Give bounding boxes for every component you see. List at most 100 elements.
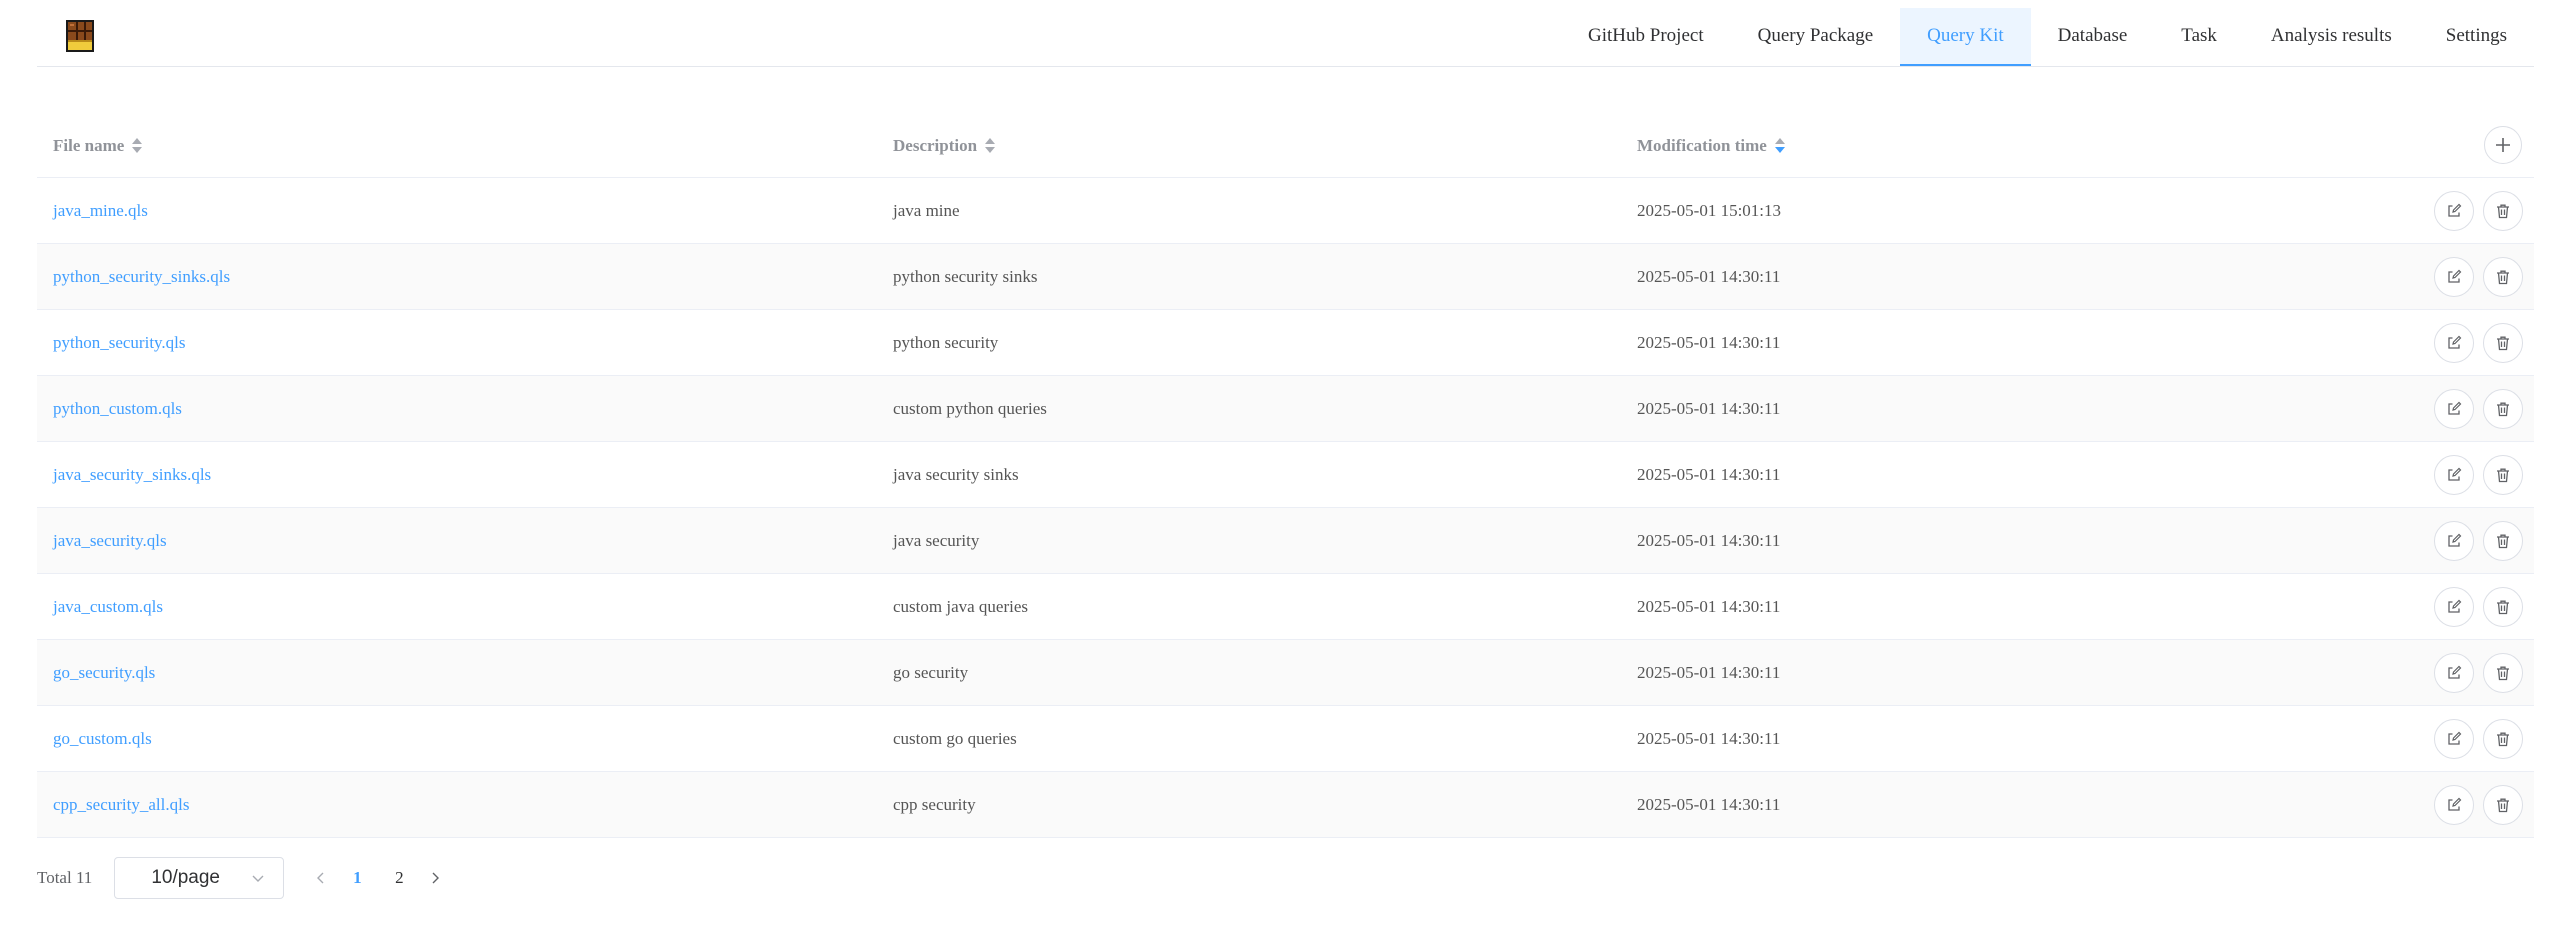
prev-page-button[interactable]: [306, 857, 336, 899]
modification-time-cell: 2025-05-01 15:01:13: [1637, 201, 1782, 220]
trash-icon: [2497, 534, 2509, 549]
edit-button[interactable]: [2434, 389, 2474, 429]
page-number-2[interactable]: 2: [384, 857, 414, 899]
delete-button[interactable]: [2483, 257, 2523, 297]
file-name-link[interactable]: python_custom.qls: [53, 399, 182, 418]
edit-button[interactable]: [2434, 257, 2474, 297]
pagination: Total 11 10/page 1 2: [37, 857, 450, 899]
edit-icon: [2448, 533, 2462, 547]
file-name-cell: java_security.qls: [53, 508, 167, 573]
main-nav: GitHub Project Query Package Query Kit D…: [1561, 8, 2534, 66]
edit-button[interactable]: [2434, 587, 2474, 627]
file-name-cell: java_security_sinks.qls: [53, 442, 211, 507]
file-name-cell: python_security_sinks.qls: [53, 244, 230, 309]
file-name-link[interactable]: java_security.qls: [53, 531, 167, 550]
table-row: java_custom.qls custom java queries 2025…: [37, 574, 2534, 640]
trash-icon: [2497, 402, 2509, 417]
table-header: File name Description Modification time: [37, 114, 2534, 178]
query-kit-table: File name Description Modification time …: [37, 114, 2534, 838]
add-query-kit-button[interactable]: [2484, 126, 2522, 164]
description-cell: custom java queries: [893, 597, 1029, 616]
delete-button[interactable]: [2483, 191, 2523, 231]
description-cell: custom go queries: [893, 729, 1017, 748]
column-header-label: File name: [53, 136, 125, 155]
next-page-button[interactable]: [420, 857, 450, 899]
plus-icon: [2496, 138, 2510, 152]
modification-time-cell: 2025-05-01 14:30:11: [1637, 465, 1781, 484]
file-name-link[interactable]: go_custom.qls: [53, 729, 152, 748]
description-cell: custom python queries: [893, 399, 1047, 418]
delete-button[interactable]: [2483, 587, 2523, 627]
nav-query-kit[interactable]: Query Kit: [1900, 8, 2031, 66]
column-header-label: Description: [893, 136, 978, 155]
nav-analysis-results[interactable]: Analysis results: [2244, 8, 2419, 66]
edit-icon: [2448, 599, 2462, 613]
edit-button[interactable]: [2434, 323, 2474, 363]
file-name-link[interactable]: java_security_sinks.qls: [53, 465, 211, 484]
table-row: python_security_sinks.qls python securit…: [37, 244, 2534, 310]
file-name-cell: java_custom.qls: [53, 574, 163, 639]
nav-query-package[interactable]: Query Package: [1731, 8, 1901, 66]
page-size-value: 10/page: [151, 867, 220, 888]
file-name-cell: python_security.qls: [53, 310, 186, 375]
modification-time-cell: 2025-05-01 14:30:11: [1637, 729, 1781, 748]
file-name-link[interactable]: python_security_sinks.qls: [53, 267, 230, 286]
chevron-left-icon: [317, 872, 324, 884]
chocolate-bar-icon[interactable]: [63, 19, 97, 53]
file-name-cell: python_custom.qls: [53, 376, 182, 441]
file-name-link[interactable]: cpp_security_all.qls: [53, 795, 189, 814]
file-name-link[interactable]: java_custom.qls: [53, 597, 163, 616]
delete-button[interactable]: [2483, 719, 2523, 759]
delete-button[interactable]: [2483, 653, 2523, 693]
file-name-cell: go_custom.qls: [53, 706, 152, 771]
nav-database[interactable]: Database: [2031, 8, 2155, 66]
delete-button[interactable]: [2483, 521, 2523, 561]
description-cell: python security: [893, 333, 999, 352]
column-header-description[interactable]: Description: [893, 114, 996, 177]
sort-caret-icon[interactable]: [1774, 138, 1785, 153]
table-row: cpp_security_all.qls cpp security 2025-0…: [37, 772, 2534, 838]
edit-button[interactable]: [2434, 191, 2474, 231]
table-row: go_security.qls go security 2025-05-01 1…: [37, 640, 2534, 706]
edit-button[interactable]: [2434, 455, 2474, 495]
table-row: python_custom.qls custom python queries …: [37, 376, 2534, 442]
trash-icon: [2497, 798, 2509, 813]
column-header-file-name[interactable]: File name: [53, 114, 143, 177]
column-header-modification-time[interactable]: Modification time: [1637, 114, 1785, 177]
delete-button[interactable]: [2483, 323, 2523, 363]
edit-button[interactable]: [2434, 521, 2474, 561]
modification-time-cell: 2025-05-01 14:30:11: [1637, 795, 1781, 814]
nav-settings[interactable]: Settings: [2419, 8, 2534, 66]
trash-icon: [2497, 270, 2509, 285]
trash-icon: [2497, 204, 2509, 219]
sort-caret-icon[interactable]: [985, 138, 996, 153]
edit-icon: [2448, 467, 2462, 481]
table-body: java_mine.qls java mine 2025-05-01 15:01…: [37, 178, 2534, 838]
file-name-link[interactable]: python_security.qls: [53, 333, 186, 352]
sort-caret-icon[interactable]: [132, 138, 143, 153]
table-row: java_security.qls java security 2025-05-…: [37, 508, 2534, 574]
edit-button[interactable]: [2434, 785, 2474, 825]
modification-time-cell: 2025-05-01 14:30:11: [1637, 531, 1781, 550]
description-cell: java security sinks: [893, 465, 1019, 484]
edit-button[interactable]: [2434, 653, 2474, 693]
delete-button[interactable]: [2483, 785, 2523, 825]
nav-github-project[interactable]: GitHub Project: [1561, 8, 1731, 66]
nav-task[interactable]: Task: [2154, 8, 2244, 66]
delete-button[interactable]: [2483, 389, 2523, 429]
file-name-link[interactable]: java_mine.qls: [53, 201, 148, 220]
chevron-down-icon: [252, 875, 264, 882]
file-name-link[interactable]: go_security.qls: [53, 663, 155, 682]
page-size-select[interactable]: 10/page: [114, 857, 285, 899]
page-number-1[interactable]: 1: [342, 857, 372, 899]
trash-icon: [2497, 600, 2509, 615]
description-cell: java security: [893, 531, 980, 550]
delete-button[interactable]: [2483, 455, 2523, 495]
trash-icon: [2497, 336, 2509, 351]
trash-icon: [2497, 666, 2509, 681]
edit-icon: [2448, 665, 2462, 679]
trash-icon: [2497, 468, 2509, 483]
description-cell: cpp security: [893, 795, 976, 814]
description-cell: python security sinks: [893, 267, 1038, 286]
edit-button[interactable]: [2434, 719, 2474, 759]
